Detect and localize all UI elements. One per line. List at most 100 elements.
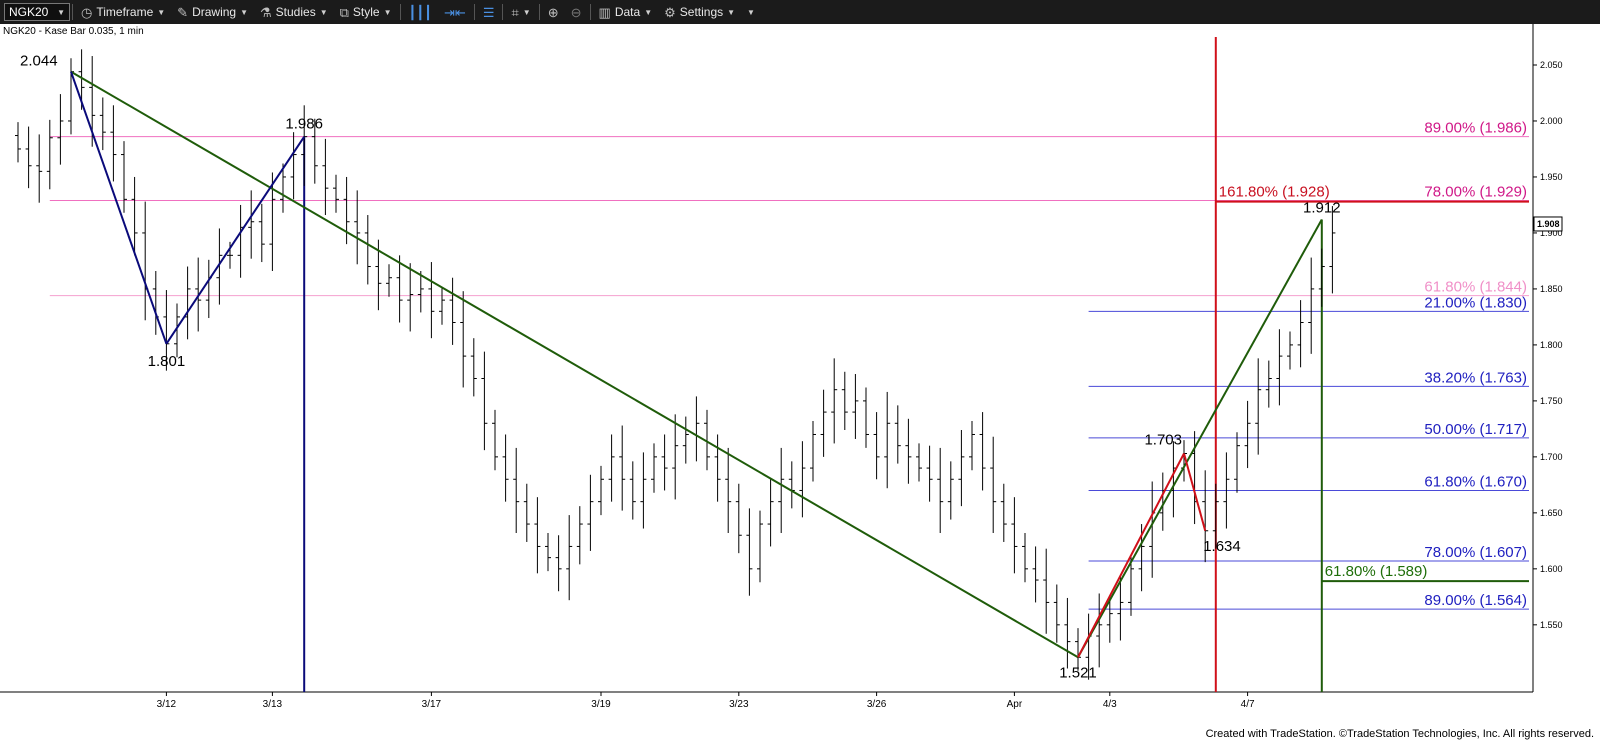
trend-line bbox=[1077, 219, 1323, 658]
price-bar bbox=[990, 436, 997, 534]
price-bar bbox=[873, 412, 880, 480]
x-tick-label: 3/17 bbox=[422, 699, 442, 710]
price-bar bbox=[894, 405, 901, 464]
overflow-menu[interactable]: ▼ bbox=[741, 0, 761, 24]
price-bar bbox=[110, 105, 117, 182]
settings-menu[interactable]: ⚙ Settings ▼ bbox=[658, 0, 741, 24]
zoom-in-button[interactable]: ⊕ bbox=[542, 0, 565, 24]
projection-label: 61.80% (1.589) bbox=[1325, 563, 1428, 580]
price-bar bbox=[396, 255, 403, 323]
toolbar-divider bbox=[72, 4, 73, 20]
compress-bars-button[interactable]: ⇥⇤ bbox=[438, 0, 472, 24]
compress-icon: ⇥⇤ bbox=[444, 4, 466, 20]
zoom-out-button[interactable]: ⊖ bbox=[565, 0, 588, 24]
price-bar bbox=[598, 465, 604, 516]
price-bar bbox=[1318, 248, 1325, 307]
studies-menu[interactable]: ⚗ Studies ▼ bbox=[254, 0, 334, 24]
fib-level-label: 61.80% (1.670) bbox=[1424, 473, 1527, 490]
price-bar bbox=[916, 443, 922, 482]
price-bar bbox=[1255, 358, 1262, 455]
fib-level-label: 50.00% (1.717) bbox=[1424, 421, 1527, 438]
price-bar bbox=[714, 434, 721, 502]
price-bar bbox=[1308, 257, 1315, 354]
swing-point-label: 1.986 bbox=[285, 116, 323, 133]
price-bar bbox=[386, 264, 392, 297]
price-bar bbox=[502, 434, 509, 502]
price-bar bbox=[481, 351, 488, 451]
panes-icon: ☰ bbox=[482, 4, 495, 20]
price-bar bbox=[725, 447, 732, 534]
gear-icon: ⚙ bbox=[664, 4, 676, 20]
fib-level-label: 78.00% (1.929) bbox=[1424, 183, 1527, 200]
price-bar bbox=[1297, 300, 1304, 368]
chevron-down-icon: ▼ bbox=[522, 7, 531, 17]
price-bar bbox=[258, 203, 265, 263]
chart-tools-menu[interactable]: ⌗ ▼ bbox=[505, 0, 536, 24]
y-tick-label: 1.650 bbox=[1540, 508, 1563, 518]
price-bar bbox=[449, 277, 456, 345]
studies-label: Studies bbox=[275, 5, 316, 19]
price-bar bbox=[184, 266, 191, 340]
price-bar bbox=[68, 58, 74, 135]
swing-point-label: 1.801 bbox=[148, 353, 186, 370]
price-bar bbox=[841, 371, 848, 430]
price-chart[interactable]: 1.5501.6001.6501.7001.7501.8001.8501.900… bbox=[0, 24, 1600, 741]
chart-tools-icon: ⌗ bbox=[511, 4, 519, 20]
style-label: Style bbox=[352, 5, 380, 19]
symbol-input[interactable]: NGK20 ▼ bbox=[4, 3, 70, 21]
price-bar bbox=[1244, 400, 1251, 469]
price-bar bbox=[937, 447, 944, 534]
style-menu[interactable]: ⧉ Style ▼ bbox=[334, 0, 398, 24]
price-bar bbox=[693, 396, 700, 462]
zoom-in-icon: ⊕ bbox=[547, 4, 559, 20]
x-tick-label: 3/12 bbox=[157, 699, 177, 710]
price-bar bbox=[99, 97, 106, 151]
x-tick-label: 3/19 bbox=[591, 699, 611, 710]
y-tick-label: 2.050 bbox=[1540, 60, 1563, 70]
price-bar bbox=[1265, 360, 1272, 408]
data-menu[interactable]: ▥ Data ▼ bbox=[593, 0, 659, 24]
x-tick-label: 4/7 bbox=[1241, 699, 1255, 710]
swing-point-label: 1.912 bbox=[1303, 200, 1341, 217]
settings-label: Settings bbox=[679, 5, 724, 19]
bar-spacing-button[interactable]: ┃┃┃ bbox=[403, 0, 438, 24]
price-bar bbox=[15, 122, 21, 163]
price-bar bbox=[863, 387, 869, 448]
bar-chart-icon: ▥ bbox=[598, 4, 611, 20]
drawing-menu[interactable]: ✎ Drawing ▼ bbox=[171, 0, 254, 24]
price-bar bbox=[651, 443, 657, 493]
y-tick-label: 1.950 bbox=[1540, 172, 1563, 182]
copyright-footer: Created with TradeStation. ©TradeStation… bbox=[1205, 728, 1594, 740]
panes-button[interactable]: ☰ bbox=[477, 0, 501, 24]
price-bar bbox=[205, 259, 212, 319]
price-bar bbox=[1287, 331, 1293, 370]
style-icon: ⧉ bbox=[339, 4, 349, 20]
timeframe-menu[interactable]: ◷ Timeframe ▼ bbox=[75, 0, 171, 24]
flask-icon: ⚗ bbox=[260, 4, 272, 20]
toolbar-divider bbox=[538, 4, 540, 20]
price-bar bbox=[25, 126, 32, 189]
fib-level-label: 21.00% (1.830) bbox=[1424, 294, 1527, 311]
fib-level-label: 78.00% (1.607) bbox=[1424, 544, 1527, 561]
price-bar bbox=[757, 510, 763, 583]
fib-level-label: 89.00% (1.564) bbox=[1424, 592, 1527, 609]
price-bar bbox=[1032, 546, 1039, 603]
swing-point-label: 2.044 bbox=[20, 53, 58, 70]
price-bar bbox=[831, 358, 838, 444]
price-bar bbox=[1000, 483, 1007, 542]
price-bar bbox=[799, 441, 806, 518]
price-bar bbox=[958, 430, 965, 507]
chevron-down-icon: ▼ bbox=[157, 7, 166, 17]
price-bar bbox=[661, 434, 668, 491]
toolbar: NGK20 ▼ ◷ Timeframe ▼ ✎ Drawing ▼ ⚗ Stud… bbox=[0, 0, 1600, 24]
price-bar bbox=[735, 483, 742, 554]
price-bar bbox=[788, 461, 795, 509]
price-bar bbox=[778, 447, 785, 534]
price-bar bbox=[852, 374, 859, 439]
price-bar bbox=[1276, 329, 1283, 406]
bar-spacing-icon: ┃┃┃ bbox=[408, 4, 433, 20]
price-bar bbox=[926, 445, 933, 502]
price-bar bbox=[1064, 597, 1071, 669]
price-bar bbox=[57, 94, 64, 165]
price-bar bbox=[969, 421, 975, 471]
